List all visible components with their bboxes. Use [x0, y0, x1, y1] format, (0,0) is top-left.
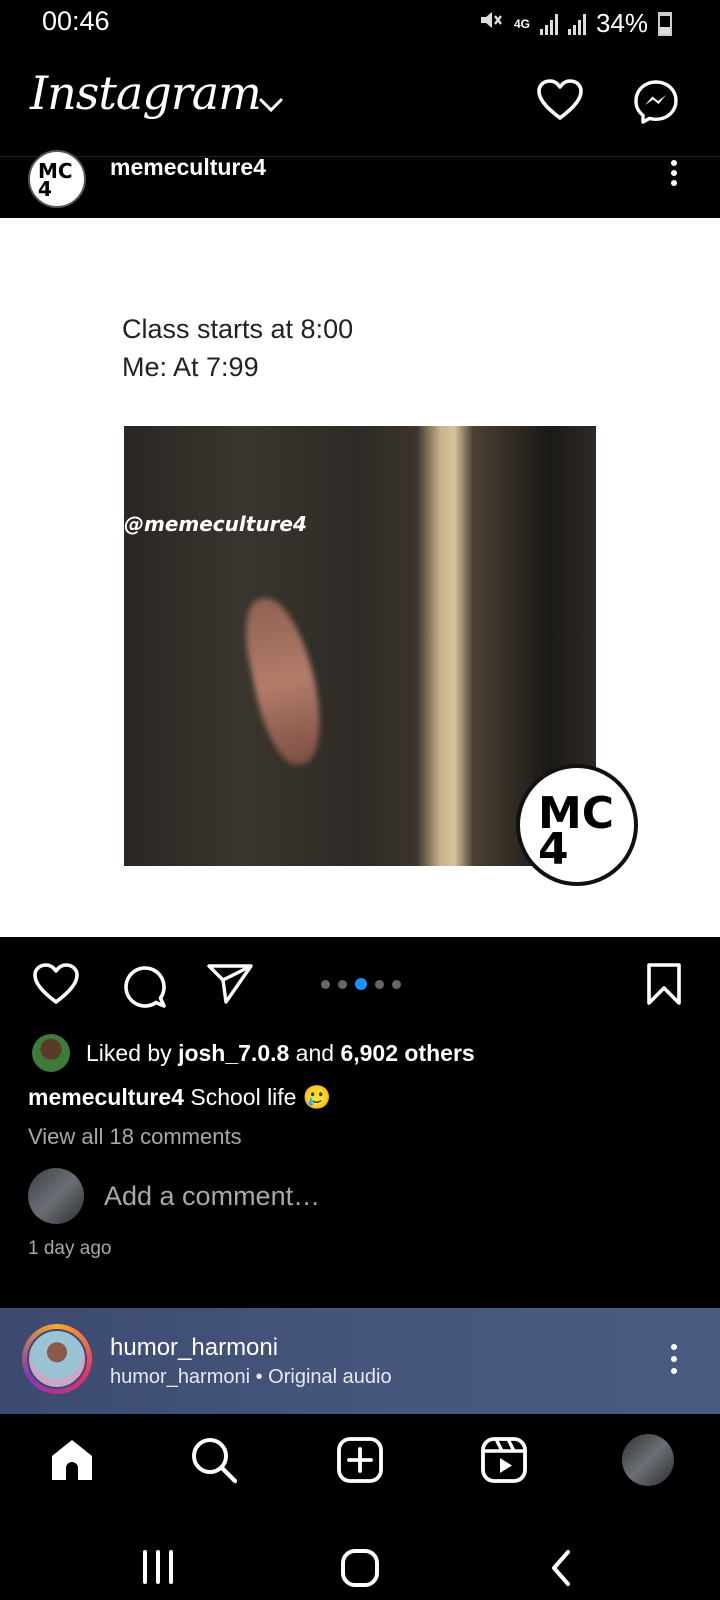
likes-text: Liked by josh_7.0.8 and 6,902 others [86, 1040, 475, 1067]
caption-text: School life 🥲 [190, 1084, 332, 1110]
audio-avatar-image [27, 1329, 87, 1389]
meme-text-line-1: Class starts at 8:00 [122, 314, 354, 344]
instagram-logo[interactable]: Instagram [30, 66, 262, 120]
watermark: @memeculture4 [124, 512, 307, 536]
battery-icon [658, 11, 672, 36]
post-media[interactable]: Class starts at 8:00 Me: At 7:99 @memecu… [0, 218, 720, 937]
messenger-icon[interactable] [632, 78, 680, 131]
carousel-dot [375, 979, 384, 989]
post-actions [0, 940, 720, 1020]
hand-figure [236, 591, 332, 771]
home-icon[interactable] [48, 1436, 96, 1489]
create-post-icon[interactable] [336, 1436, 384, 1489]
audio-username[interactable]: humor_harmoni [110, 1334, 278, 1362]
signal-icon-2 [567, 13, 586, 35]
likes-row[interactable]: Liked by josh_7.0.8 and 6,902 others [32, 1034, 475, 1072]
mute-icon [478, 8, 504, 39]
carousel-dot-active [355, 978, 367, 990]
brand-logo-text: MC 4 [538, 788, 615, 875]
status-icons: 4G 34% [478, 8, 672, 39]
battery-percent: 34% [595, 8, 648, 38]
more-options-icon[interactable] [668, 158, 680, 193]
profile-avatar-icon[interactable] [622, 1434, 674, 1486]
likes-middle: and [289, 1039, 341, 1066]
reels-icon[interactable] [480, 1436, 528, 1489]
audio-avatar[interactable] [22, 1324, 92, 1394]
save-bookmark-icon[interactable] [646, 962, 682, 1011]
bottom-nav [0, 1414, 720, 1530]
likes-prefix: Liked by [86, 1039, 179, 1066]
caption: memeculture4 School life 🥲 [28, 1084, 332, 1111]
like-heart-icon[interactable] [32, 962, 80, 1011]
status-bar: 00:46 4G 34% [0, 0, 720, 48]
notifications-heart-icon[interactable] [536, 78, 584, 127]
app-header: Instagram [0, 60, 720, 157]
recent-apps-icon[interactable] [140, 1550, 176, 1589]
meme-text-line-2: Me: At 7:99 [122, 352, 259, 382]
carousel-indicator [321, 978, 401, 990]
search-icon[interactable] [190, 1436, 238, 1489]
status-time: 00:46 [42, 6, 110, 36]
audio-bar[interactable]: humor_harmoni humor_harmoni • Original a… [0, 1308, 720, 1414]
carousel-dot [338, 979, 347, 989]
network-4g-icon: 4G [513, 16, 530, 31]
home-button-icon[interactable] [340, 1548, 380, 1593]
carousel-dot [392, 979, 401, 989]
avatar-logo-text: MC 4 [38, 159, 73, 201]
add-comment-input[interactable]: Add a comment… [104, 1181, 320, 1212]
likes-others[interactable]: 6,902 others [340, 1040, 474, 1066]
post-timestamp: 1 day ago [28, 1238, 112, 1259]
liker-avatar [32, 1034, 70, 1072]
post-header: MC 4 memeculture4 [0, 150, 720, 218]
signal-icon [539, 13, 558, 35]
add-comment-row[interactable]: Add a comment… [28, 1168, 320, 1224]
more-options-icon[interactable] [668, 1342, 680, 1381]
share-send-icon[interactable] [206, 962, 254, 1011]
audio-subtitle: humor_harmoni • Original audio [110, 1366, 392, 1388]
liker-username[interactable]: josh_7.0.8 [178, 1040, 289, 1066]
back-icon[interactable] [548, 1548, 574, 1593]
comment-icon[interactable] [120, 962, 168, 1015]
chevron-down-icon[interactable] [258, 96, 284, 119]
post-avatar[interactable]: MC 4 [28, 150, 86, 208]
view-comments-link[interactable]: View all 18 comments [28, 1124, 242, 1150]
carousel-dot [321, 979, 330, 989]
system-nav-bar [0, 1530, 720, 1600]
brand-logo: MC 4 [516, 764, 638, 886]
post-username[interactable]: memeculture4 [110, 154, 266, 181]
caption-username[interactable]: memeculture4 [28, 1084, 184, 1110]
self-avatar [28, 1168, 84, 1224]
